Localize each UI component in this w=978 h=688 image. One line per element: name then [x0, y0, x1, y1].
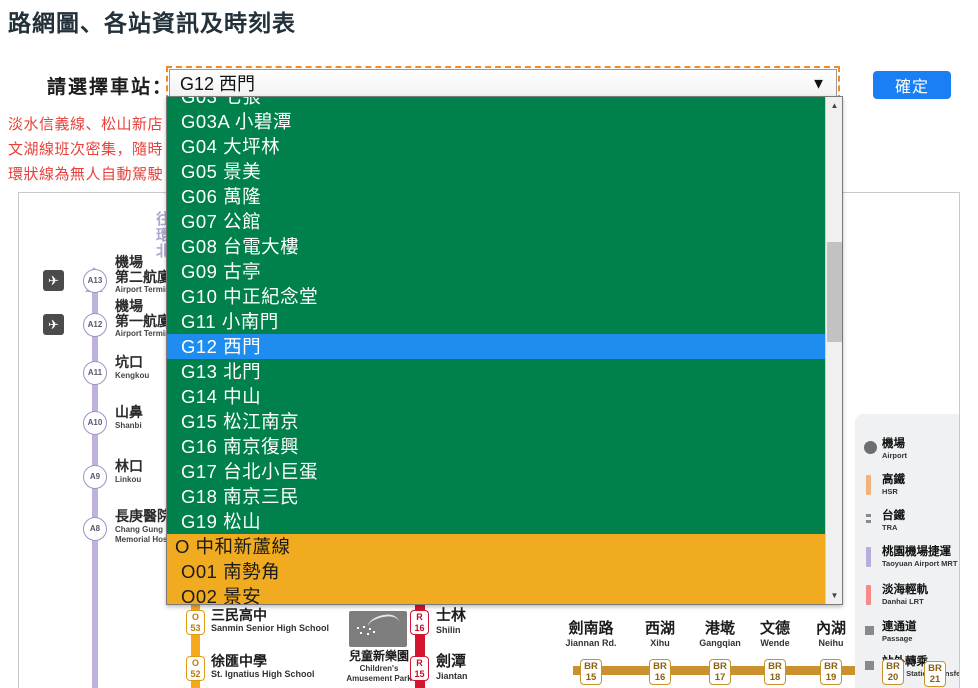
legend-item-hsr: 高鐵 HSR	[863, 474, 959, 496]
hsr-line-icon	[863, 474, 877, 496]
dropdown-item-g18[interactable]: G18 南京三民	[167, 484, 825, 509]
station-marker-br15[interactable]: BR 15	[580, 659, 602, 685]
park-dots-decoration	[355, 625, 377, 639]
airplane-icon: ✈	[43, 314, 64, 335]
legend-item-airport: 機場 Airport	[863, 438, 959, 460]
tra-line-icon	[863, 510, 877, 532]
danhai-lrt-line-icon	[863, 584, 877, 606]
dropdown-scrollbar[interactable]: ▲ ▼	[825, 97, 842, 604]
station-marker-r16[interactable]: R 16	[410, 610, 429, 635]
dropdown-item-g07[interactable]: G07 公館	[167, 209, 825, 234]
dropdown-clipped-item[interactable]: G03 七張	[167, 97, 842, 109]
airport-marker-icon	[863, 438, 877, 460]
station-marker-a13[interactable]: A13	[83, 269, 107, 293]
station-marker-br16[interactable]: BR 16	[649, 659, 671, 685]
station-marker-o53[interactable]: O 53	[186, 610, 205, 635]
station-marker-a10[interactable]: A10	[83, 411, 107, 435]
station-select-label: 請選擇車站：	[47, 77, 174, 98]
page-title: 路網圖、各站資訊及時刻表	[8, 10, 296, 36]
station-marker-a11[interactable]: A11	[83, 361, 107, 385]
station-label-r15: 劍潭 Jiantan	[436, 653, 468, 681]
station-marker-br18[interactable]: BR 18	[764, 659, 786, 685]
station-dropdown-list[interactable]: G03 七張 G03A 小碧潭 G04 大坪林 G05 景美 G06 萬隆 G0…	[166, 96, 843, 605]
station-marker-br19[interactable]: BR 19	[820, 659, 842, 685]
dropdown-item-g06[interactable]: G06 萬隆	[167, 184, 825, 209]
station-marker-br21[interactable]: BR 21	[924, 661, 946, 687]
scroll-up-arrow-icon[interactable]: ▲	[826, 97, 842, 114]
taoyuan-mrt-line-icon	[863, 546, 877, 568]
airplane-icon: ✈	[43, 270, 64, 291]
station-marker-r15[interactable]: R 15	[410, 656, 429, 681]
station-marker-o52[interactable]: O 52	[186, 656, 205, 681]
dropdown-item-g10[interactable]: G10 中正紀念堂	[167, 284, 825, 309]
station-marker-a9[interactable]: A9	[83, 465, 107, 489]
station-label-a10: 山鼻 Shanbi	[115, 404, 143, 430]
scrollbar-thumb[interactable]	[827, 242, 842, 342]
map-legend-panel: 機場 Airport 高鐵 HSR 台鐵 TRA 桃園機場捷運 Taoyuan …	[855, 414, 959, 688]
dropdown-item-g16[interactable]: G16 南京復興	[167, 434, 825, 459]
station-select[interactable]: G12 西門 ▼	[169, 69, 837, 98]
dropdown-item-g09[interactable]: G09 古亭	[167, 259, 825, 284]
station-marker-br20[interactable]: BR 20	[882, 659, 904, 685]
dropdown-items-container: G03A 小碧潭 G04 大坪林 G05 景美 G06 萬隆 G07 公館 G0…	[167, 109, 825, 604]
legend-item-tra: 台鐵 TRA	[863, 510, 959, 532]
dropdown-item-g03a[interactable]: G03A 小碧潭	[167, 109, 825, 134]
legend-item-passage: 連通道 Passage	[863, 621, 959, 643]
dropdown-item-g04[interactable]: G04 大坪林	[167, 134, 825, 159]
legend-item-danhai-lrt: 淡海輕軌 Danhai LRT	[863, 584, 959, 606]
dropdown-item-g17[interactable]: G17 台北小巨蛋	[167, 459, 825, 484]
dropdown-item-g13[interactable]: G13 北門	[167, 359, 825, 384]
dropdown-item-g08[interactable]: G08 台電大樓	[167, 234, 825, 259]
station-marker-a12[interactable]: A12	[83, 313, 107, 337]
chevron-down-icon: ▼	[811, 75, 826, 92]
station-label-o53: 三民高中 Sanmin Senior High School	[211, 607, 330, 634]
dropdown-item-g14[interactable]: G14 中山	[167, 384, 825, 409]
dropdown-item-g05[interactable]: G05 景美	[167, 159, 825, 184]
station-marker-a8[interactable]: A8	[83, 517, 107, 541]
station-marker-br17[interactable]: BR 17	[709, 659, 731, 685]
station-label-r16: 士林 Shilin	[436, 607, 467, 635]
dropdown-item-g19[interactable]: G19 松山	[167, 509, 825, 534]
legend-item-taoyuan-airport-mrt: 桃園機場捷運 Taoyuan Airport MRT	[863, 546, 959, 568]
confirm-button[interactable]: 確定	[873, 71, 951, 99]
dropdown-group-zhonghe-xinlu[interactable]: O 中和新蘆線	[167, 534, 825, 559]
dropdown-item-g12-selected[interactable]: G12 西門	[167, 334, 825, 359]
dropdown-item-o01[interactable]: O01 南勢角	[167, 559, 825, 584]
dropdown-item-o02[interactable]: O02 景安	[167, 584, 825, 604]
dropdown-item-g15[interactable]: G15 松江南京	[167, 409, 825, 434]
dropdown-item-g11[interactable]: G11 小南門	[167, 309, 825, 334]
station-label-o52: 徐匯中學 St. Ignatius High School	[211, 653, 315, 680]
out-of-station-transfer-icon	[863, 656, 877, 678]
station-select-value: G12 西門	[180, 73, 256, 94]
passage-icon	[863, 621, 877, 643]
scroll-down-arrow-icon[interactable]: ▼	[826, 587, 842, 604]
station-label-a9: 林口 Linkou	[115, 458, 143, 484]
page-root: 路網圖、各站資訊及時刻表 請選擇車站： G12 西門 ▼ 確定 淡水信義線、松山…	[0, 0, 978, 688]
childrens-park-thumbnail	[349, 611, 407, 647]
dropdown-item[interactable]: G03 七張	[167, 97, 842, 109]
station-label-a11: 坑口 Kengkou	[115, 354, 150, 380]
